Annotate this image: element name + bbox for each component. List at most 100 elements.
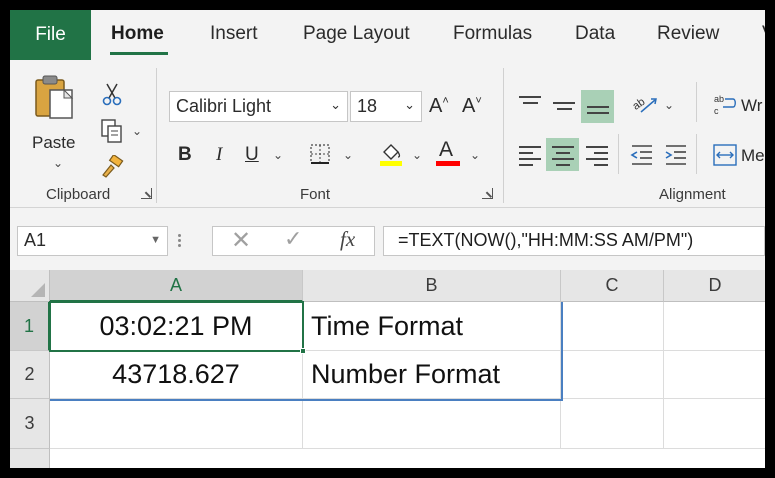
- chevron-down-icon: ⌄: [330, 97, 341, 112]
- copy-icon[interactable]: [100, 118, 124, 144]
- font-dialog-launcher-icon[interactable]: [482, 188, 493, 199]
- tab-data[interactable]: Data: [575, 23, 615, 45]
- grow-font-letter: A: [429, 95, 443, 117]
- tab-formulas[interactable]: Formulas: [453, 23, 532, 45]
- scissors-icon[interactable]: [102, 82, 122, 106]
- bold-button[interactable]: B: [178, 144, 192, 166]
- formula-buttons: ✕ ✓ fx: [212, 226, 375, 256]
- name-box-value: A1: [24, 230, 47, 250]
- caret-up-icon: ˄: [442, 95, 449, 107]
- tab-file[interactable]: File: [10, 10, 91, 60]
- row-header-2[interactable]: 2: [10, 351, 50, 399]
- row-header-3[interactable]: 3: [10, 399, 50, 449]
- paste-dropdown-chevron-icon[interactable]: ⌄: [53, 156, 63, 170]
- svg-text:ab: ab: [714, 94, 724, 104]
- spreadsheet-grid: A B C D 1 2 3 03:02:21 PM Time Format 43…: [10, 270, 765, 468]
- merge-center-icon[interactable]: [713, 144, 737, 166]
- tab-home[interactable]: Home: [111, 23, 164, 45]
- insert-function-icon[interactable]: fx: [340, 227, 355, 252]
- ribbon-tab-bar: File Home Insert Page Layout Formulas Da…: [10, 10, 765, 60]
- wrap-text-icon[interactable]: ab c: [713, 93, 737, 117]
- middle-align-icon[interactable]: [553, 98, 575, 114]
- tab-review[interactable]: Review: [657, 23, 719, 45]
- orientation-dropdown-chevron-icon[interactable]: ⌄: [664, 98, 674, 112]
- group-divider: [618, 134, 619, 174]
- cell-a3[interactable]: [50, 399, 303, 449]
- fill-color-icon[interactable]: [378, 140, 404, 166]
- select-all-button[interactable]: [10, 270, 50, 302]
- merge-center-label[interactable]: Me: [741, 146, 765, 166]
- increase-font-size-button[interactable]: A˄: [429, 95, 449, 118]
- caret-down-icon: ˅: [475, 95, 482, 107]
- clipboard-dialog-launcher-icon[interactable]: [141, 188, 152, 199]
- ribbon-home: Paste ⌄ ⌄ Clipboard Calibri Light ⌄ 18 ⌄…: [10, 60, 765, 208]
- name-box[interactable]: A1 ▼: [17, 226, 168, 256]
- active-tab-indicator: [110, 52, 168, 55]
- cell-c3[interactable]: [561, 399, 664, 449]
- wrap-text-label[interactable]: Wr: [741, 96, 762, 116]
- chevron-down-icon: ⌄: [404, 97, 415, 112]
- column-header-b[interactable]: B: [303, 270, 561, 302]
- cell-d2[interactable]: [664, 351, 765, 399]
- formula-bar: A1 ▼ ✕ ✓ fx =TEXT(NOW(),"HH:MM:SS AM/PM"…: [10, 208, 765, 270]
- shrink-font-letter: A: [462, 95, 476, 117]
- row-header-4[interactable]: [10, 449, 50, 468]
- fill-handle[interactable]: [300, 348, 306, 354]
- font-group-label: Font: [300, 186, 331, 203]
- enter-check-icon[interactable]: ✓: [284, 226, 302, 252]
- alignment-group-label: Alignment: [659, 186, 726, 203]
- group-divider: [696, 134, 697, 174]
- font-name-value: Calibri Light: [176, 96, 272, 116]
- cell-b3[interactable]: [303, 399, 561, 449]
- align-left-icon[interactable]: [519, 142, 541, 170]
- cell-c1[interactable]: [561, 302, 664, 351]
- underline-dropdown-chevron-icon[interactable]: ⌄: [273, 148, 283, 162]
- borders-icon[interactable]: [309, 143, 331, 165]
- paste-icon: [35, 75, 74, 119]
- increase-indent-icon[interactable]: [664, 144, 688, 166]
- column-header-a[interactable]: A: [50, 270, 303, 302]
- formula-input[interactable]: =TEXT(NOW(),"HH:MM:SS AM/PM"): [383, 226, 765, 256]
- cancel-icon[interactable]: ✕: [231, 226, 251, 255]
- cell-d1[interactable]: [664, 302, 765, 351]
- svg-text:c: c: [714, 106, 719, 116]
- orientation-icon[interactable]: ab: [631, 92, 659, 116]
- font-size-value: 18: [357, 96, 378, 116]
- excel-window: File Home Insert Page Layout Formulas Da…: [0, 0, 775, 478]
- cell-c2[interactable]: [561, 351, 664, 399]
- formula-bar-resize-handle-icon[interactable]: [178, 232, 182, 250]
- font-color-swatch: [436, 161, 460, 166]
- font-color-button[interactable]: A: [436, 138, 460, 166]
- paintbrush-icon[interactable]: [99, 155, 125, 179]
- cell-d3[interactable]: [664, 399, 765, 449]
- underline-button[interactable]: U: [245, 144, 259, 166]
- group-divider: [503, 68, 504, 203]
- top-align-icon[interactable]: [519, 92, 541, 108]
- font-name-combo[interactable]: Calibri Light ⌄: [169, 91, 348, 122]
- paste-label: Paste: [32, 133, 76, 152]
- column-header-c[interactable]: C: [561, 270, 664, 302]
- bottom-align-icon[interactable]: [587, 102, 609, 118]
- decrease-indent-icon[interactable]: [630, 144, 654, 166]
- decrease-font-size-button[interactable]: A˅: [462, 95, 482, 118]
- align-right-icon[interactable]: [586, 142, 608, 170]
- svg-text:ab: ab: [631, 96, 647, 113]
- copy-dropdown-chevron-icon[interactable]: ⌄: [132, 124, 142, 138]
- tab-view[interactable]: V: [762, 23, 765, 45]
- tab-insert[interactable]: Insert: [210, 23, 258, 45]
- font-color-letter: A: [439, 138, 454, 161]
- align-center-icon[interactable]: [552, 142, 574, 170]
- tab-page-layout[interactable]: Page Layout: [303, 23, 410, 45]
- italic-button[interactable]: I: [216, 144, 222, 166]
- group-divider: [696, 82, 697, 122]
- fill-color-dropdown-chevron-icon[interactable]: ⌄: [412, 148, 422, 162]
- group-divider: [156, 68, 157, 203]
- chevron-down-icon: ▼: [150, 234, 161, 246]
- active-cell-selection: [49, 301, 304, 352]
- clipboard-group-label: Clipboard: [46, 186, 111, 203]
- borders-dropdown-chevron-icon[interactable]: ⌄: [343, 148, 353, 162]
- font-size-combo[interactable]: 18 ⌄: [350, 91, 422, 122]
- column-header-d[interactable]: D: [664, 270, 765, 302]
- font-color-dropdown-chevron-icon[interactable]: ⌄: [470, 148, 480, 162]
- row-header-1[interactable]: 1: [10, 302, 50, 351]
